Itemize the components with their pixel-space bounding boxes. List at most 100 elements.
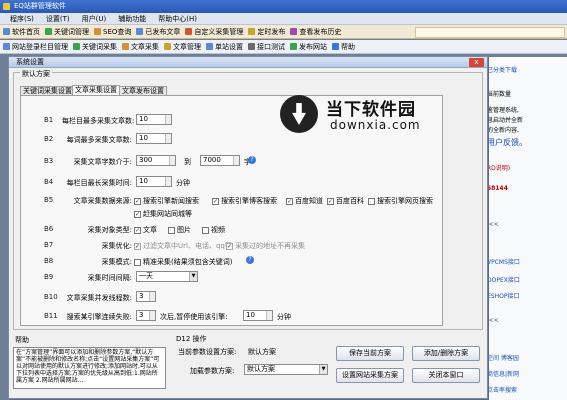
menu-bar: 程序(S) 设置(T) 用户(U) 辅助功能 帮助中心(H) <box>0 13 567 25</box>
pause-minutes-input[interactable]: 10 <box>243 310 273 321</box>
data-source-label: 文章采集数据来源: <box>73 197 132 205</box>
max-articles-per-column-input[interactable]: 10 <box>136 114 172 125</box>
row-id: B10 <box>44 293 58 301</box>
stepper-icon[interactable] <box>169 156 175 165</box>
word-count-min-input[interactable]: 300 <box>136 155 176 166</box>
load-scheme-select[interactable]: 默认方案 ▼ <box>244 364 328 375</box>
checkbox-icon: ✓ <box>134 226 141 234</box>
rp-news-link[interactable]: 商信息|新网 <box>487 369 519 378</box>
thread-count-input[interactable]: 3 <box>136 291 156 302</box>
tool-site-columns[interactable]: 网站登录栏目管理 <box>3 42 68 52</box>
site-scheme-button[interactable]: 设置网站采集方案 <box>336 368 404 383</box>
tool-home[interactable]: 软件首页 <box>3 27 40 37</box>
max-articles-per-column-label: 每栏目最多采集文章数: <box>62 117 135 125</box>
dialog-titlebar: 系统设置 x <box>9 57 487 68</box>
max-articles-per-keyword-input[interactable]: 10 <box>136 133 172 144</box>
chevron-down-icon[interactable]: ▼ <box>189 272 197 281</box>
rp-link-download[interactable]: 已分类下载 <box>487 65 517 74</box>
tool-article-collect[interactable]: 文章采集 <box>122 42 159 52</box>
help-textbox[interactable]: 在“方案管理”界面可以添加和删除参数方案,“默认方案”不能被删除和修改名称;点击… <box>13 347 166 389</box>
max-collect-time-input[interactable]: 10 <box>136 176 172 187</box>
rp-more-link[interactable]: i<< <box>487 221 499 228</box>
row-id: B2 <box>44 135 54 143</box>
rp-eshop-link[interactable]: ESHOP接口 <box>487 291 519 300</box>
rp-blog-link[interactable]: 空间 博客园 <box>487 353 519 362</box>
unit-label: 分钟 <box>176 179 190 187</box>
skip-collected-checkbox[interactable]: ✓ 采集过的地址不再采集 <box>226 241 305 251</box>
save-scheme-button[interactable]: 保存当前方案 <box>336 346 404 361</box>
rp-vpcms-link[interactable]: VPCMS接口 <box>487 257 520 266</box>
checkbox-icon <box>168 226 175 234</box>
tool-seo[interactable]: SEO查询 <box>94 27 131 37</box>
rp-feedback-link[interactable]: 用户反馈。 <box>487 137 527 148</box>
tool-history[interactable]: 查看发布历史 <box>290 27 341 37</box>
watermark-title: 当下软件园 <box>326 100 416 120</box>
chart-icon <box>94 28 101 35</box>
source-web-checkbox[interactable]: 搜索引擎网页搜索 <box>368 196 433 206</box>
load-scheme-label: 加载参数方案: <box>190 367 235 375</box>
type-video-checkbox[interactable]: 视频 <box>202 225 225 235</box>
tool-keywords[interactable]: 关键词管理 <box>45 27 89 37</box>
source-ganji-checkbox[interactable]: ✓ 赶集网站同城等 <box>134 209 192 219</box>
tool-help[interactable]: 帮助 <box>332 42 355 52</box>
close-button[interactable]: x <box>469 58 484 67</box>
tool-schedule[interactable]: 定时发布 <box>248 27 285 37</box>
checkbox-icon: ✓ <box>134 242 141 250</box>
rp-text: 当前数量 <box>487 91 512 98</box>
home-icon <box>3 28 10 35</box>
tool-article-manage[interactable]: 文章管理 <box>164 42 201 52</box>
menu-settings[interactable]: 设置(T) <box>46 13 70 24</box>
stepper-icon[interactable] <box>165 134 171 143</box>
tool-keyword-collect[interactable]: 关键词采集 <box>73 42 117 52</box>
tool-publish-site[interactable]: 发布网站 <box>290 42 327 52</box>
checkbox-icon: ✓ <box>286 197 293 205</box>
rp-dopex-link[interactable]: DOPEX接口 <box>487 275 520 284</box>
source-news-checkbox[interactable]: ✓ 搜索引擎新闻搜索 <box>134 196 199 206</box>
type-image-checkbox[interactable]: 图片 <box>168 225 191 235</box>
source-baidu-zhidao-checkbox[interactable]: ✓ 百度知道 <box>286 196 323 206</box>
source-baidu-baike-checkbox[interactable]: ✓ 百度百科 <box>327 196 364 206</box>
collect-interval-select[interactable]: 一天 ▼ <box>136 271 198 282</box>
row-id: B5 <box>44 196 54 204</box>
tool-api-test[interactable]: 接口测试 <box>248 42 285 52</box>
stepper-icon[interactable] <box>165 115 171 124</box>
checkbox-icon <box>368 197 375 205</box>
tool-custom-collect[interactable]: 自定义采集管理 <box>185 27 243 37</box>
range-to-label: 到 <box>184 158 191 166</box>
tool-single-site[interactable]: 单站设置 <box>206 42 243 52</box>
menu-program[interactable]: 程序(S) <box>10 13 34 24</box>
menu-tools[interactable]: 辅助功能 <box>118 13 146 24</box>
object-type-label: 采集对象类型: <box>87 226 132 234</box>
close-window-button[interactable]: 关闭本窗口 <box>412 368 480 383</box>
stepper-icon[interactable] <box>149 292 155 301</box>
word-count-max-input[interactable]: 7000 <box>200 155 240 166</box>
help-icon[interactable]: ? <box>246 256 254 264</box>
stepper-icon[interactable] <box>233 156 239 165</box>
max-articles-per-keyword-label: 每词最多采集文章数: <box>66 136 132 144</box>
folder-icon <box>164 43 171 50</box>
pause-label: 次后,暂停使用该引擎: <box>160 313 228 321</box>
engine-fail-count-input[interactable]: 3 <box>136 310 156 321</box>
help-icon[interactable]: ? <box>248 156 256 164</box>
filter-contacts-checkbox[interactable]: ✓ 过滤文章中Url、电话、qq等 <box>134 241 232 251</box>
stepper-icon[interactable] <box>165 177 171 186</box>
app-title: EQ站群管理软件 <box>14 2 66 10</box>
rp-more-link-2[interactable]: i<< <box>487 317 499 324</box>
chevron-down-icon[interactable]: ▼ <box>319 365 327 374</box>
precise-collect-checkbox[interactable]: 精准采集(结果须包含关键词) <box>134 257 232 267</box>
menu-help[interactable]: 帮助中心(H) <box>158 13 197 24</box>
rp-text: 息启动并全新 <box>487 117 524 124</box>
stepper-icon[interactable] <box>149 311 155 320</box>
type-article-checkbox[interactable]: ✓ 文章 <box>134 225 157 235</box>
stepper-icon[interactable] <box>266 311 272 320</box>
row-id: B3 <box>44 157 54 165</box>
clock-icon <box>248 28 256 35</box>
menu-user[interactable]: 用户(U) <box>82 13 107 24</box>
watermark-url: downxia.com <box>330 118 421 132</box>
tool-published[interactable]: 已发布文章 <box>136 27 180 37</box>
key-icon <box>45 28 52 35</box>
rp-rank-link[interactable]: 点击率搜索 <box>487 385 517 394</box>
add-delete-scheme-button[interactable]: 添加/删除方案 <box>412 346 480 361</box>
rp-readme-link[interactable]: RD说明) <box>487 163 510 172</box>
source-blog-checkbox[interactable]: ✓ 搜索引擎博客搜索 <box>212 196 277 206</box>
